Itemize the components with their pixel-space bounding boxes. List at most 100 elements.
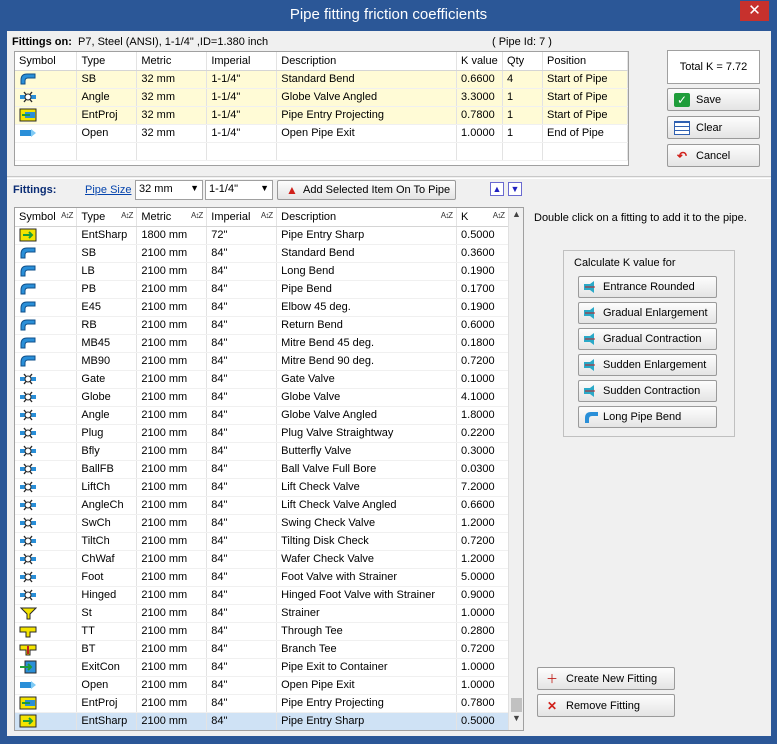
table-row[interactable]: SB 32 mm 1-1/4" Standard Bend 0.6600 4 Start o… — [15, 70, 628, 89]
table-row[interactable]: LB 2100 mm 84" Long Bend 0.1900 — [15, 262, 509, 281]
calc-button-sudden-enlargement[interactable]: Sudden Enlargement — [578, 354, 717, 376]
table-row[interactable]: RB 2100 mm 84" Return Bend 0.6000 — [15, 316, 509, 335]
save-button[interactable]: ✓ Save — [667, 88, 760, 111]
move-up-button[interactable]: ▲ — [490, 182, 504, 196]
column-header-k[interactable]: K A↕Z — [456, 208, 509, 227]
close-button[interactable]: ✕ — [740, 1, 769, 21]
butterfly-valve-icon — [20, 445, 36, 457]
table-row[interactable]: Open 32 mm 1-1/4" Open Pipe Exit 1.0000 1 End … — [15, 124, 628, 143]
cell-qty: 1 — [502, 124, 543, 143]
table-row[interactable]: St 2100 mm 84" Strainer 1.0000 — [15, 604, 509, 623]
empty-cell — [502, 142, 543, 161]
cell-description: Pipe Bend — [276, 280, 458, 299]
sort-icon[interactable]: A↕Z — [121, 211, 133, 220]
table-row[interactable]: PB 2100 mm 84" Pipe Bend 0.1700 — [15, 280, 509, 299]
calc-button-gradual-enlargement[interactable]: Gradual Enlargement — [578, 302, 717, 324]
move-down-button[interactable]: ▼ — [508, 182, 522, 196]
grid-icon — [674, 120, 690, 135]
metric-size-select[interactable]: 32 mm ▼ — [135, 180, 203, 200]
cancel-button[interactable]: ↶ Cancel — [667, 144, 760, 167]
table-row[interactable]: EntProj 2100 mm 84" Pipe Entry Projecting 0.… — [15, 694, 509, 713]
add-selected-button[interactable]: ▲ Add Selected Item On To Pipe — [277, 180, 456, 200]
create-fitting-button[interactable]: ＋ Create New Fitting — [537, 667, 675, 690]
sort-icon[interactable]: A↕Z — [61, 211, 73, 220]
pipe-size-link[interactable]: Pipe Size — [85, 184, 131, 196]
table-row[interactable]: Foot 2100 mm 84" Foot Valve with Strainer 5.… — [15, 568, 509, 587]
table-row[interactable]: LiftCh 2100 mm 84" Lift Check Valve 7.2000 — [15, 478, 509, 497]
table-row[interactable]: Angle 32 mm 1-1/4" Globe Valve Angled 3.3000… — [15, 88, 628, 107]
table-row[interactable]: MB45 2100 mm 84" Mitre Bend 45 deg. 0.1800 — [15, 334, 509, 353]
cancel-label: Cancel — [696, 149, 731, 162]
table-row[interactable]: SB 2100 mm 84" Standard Bend 0.3600 — [15, 244, 509, 263]
calc-button-entrance-rounded[interactable]: Entrance Rounded — [578, 276, 717, 298]
return-bend-icon — [20, 319, 36, 331]
table-row[interactable]: ExitCon 2100 mm 84" Pipe Exit to Container 1… — [15, 658, 509, 677]
imperial-size-select[interactable]: 1-1/4" ▼ — [205, 180, 273, 200]
cell-description: Strainer — [276, 604, 458, 623]
table-row[interactable]: E45 2100 mm 84" Elbow 45 deg. 0.1900 — [15, 298, 509, 317]
cell-imperial: 84" — [206, 496, 278, 515]
column-header-description[interactable]: Description A↕Z — [276, 208, 458, 227]
cell-type: LB — [76, 262, 138, 281]
column-header-symbol[interactable]: Symbol A↕Z — [15, 208, 78, 227]
clear-button[interactable]: Clear — [667, 116, 760, 139]
cell-k: 4.1000 — [456, 388, 509, 407]
cell-type: TT — [76, 622, 138, 641]
foot-valve-icon — [20, 571, 36, 583]
symbol-cell — [15, 316, 78, 335]
cell-imperial: 84" — [206, 550, 278, 569]
cell-description: Globe Valve — [276, 388, 458, 407]
cell-description: Elbow 45 deg. — [276, 298, 458, 317]
sort-icon[interactable]: A↕Z — [493, 211, 505, 220]
table-row[interactable]: Globe 2100 mm 84" Globe Valve 4.1000 — [15, 388, 509, 407]
pipe-entry-sharp-icon — [19, 714, 37, 728]
sort-icon[interactable]: A↕Z — [261, 211, 273, 220]
cell-type: ChWaf — [76, 550, 138, 569]
calc-button-sudden-contraction[interactable]: Sudden Contraction — [578, 380, 717, 402]
cell-metric: 2100 mm — [136, 478, 208, 497]
table-row[interactable]: EntProj 32 mm 1-1/4" Pipe Entry Projecting 0… — [15, 106, 628, 125]
remove-fitting-button[interactable]: ✕ Remove Fitting — [537, 694, 675, 717]
sort-icon[interactable]: A↕Z — [441, 211, 453, 220]
table-row[interactable]: Angle 2100 mm 84" Globe Valve Angled 1.8000 — [15, 406, 509, 425]
table-row[interactable]: Plug 2100 mm 84" Plug Valve Straightway 0.22… — [15, 424, 509, 443]
column-header-metric[interactable]: Metric A↕Z — [136, 208, 208, 227]
checkmark-icon: ✓ — [674, 92, 690, 107]
cell-metric: 32 mm — [136, 106, 208, 125]
fittings-catalog-table[interactable]: Symbol A↕Z Type A↕Z Metric A↕Z Imperial A↕Z Desc… — [14, 207, 524, 731]
table-row[interactable]: Bfly 2100 mm 84" Butterfly Valve 0.3000 — [15, 442, 509, 461]
table-row[interactable]: SwCh 2100 mm 84" Swing Check Valve 1.2000 — [15, 514, 509, 533]
table-row[interactable]: Gate 2100 mm 84" Gate Valve 0.1000 — [15, 370, 509, 389]
column-header-imperial[interactable]: Imperial A↕Z — [206, 208, 278, 227]
scroll-thumb[interactable] — [511, 698, 522, 712]
table-row[interactable]: BallFB 2100 mm 84" Ball Valve Full Bore 0.03… — [15, 460, 509, 479]
table-row[interactable]: MB90 2100 mm 84" Mitre Bend 90 deg. 0.7200 — [15, 352, 509, 371]
table-row[interactable]: EntSharp 1800 mm 72" Pipe Entry Sharp 0.5000 — [15, 226, 509, 245]
scroll-up-icon[interactable]: ▲ — [509, 209, 523, 225]
red-x-icon: ✕ — [546, 698, 558, 713]
metric-size-value: 32 mm — [139, 183, 173, 195]
table-row[interactable]: Open 2100 mm 84" Open Pipe Exit 1.0000 — [15, 676, 509, 695]
calc-button-gradual-contraction[interactable]: Gradual Contraction — [578, 328, 717, 350]
table-row[interactable]: EntSharp 2100 mm 84" Pipe Entry Sharp 0.5000 — [15, 711, 509, 730]
sort-icon[interactable]: A↕Z — [191, 211, 203, 220]
cell-k: 0.0300 — [456, 460, 509, 479]
table-row[interactable]: AngleCh 2100 mm 84" Lift Check Valve Angled… — [15, 496, 509, 515]
cell-metric: 2100 mm — [136, 658, 208, 677]
title-bar[interactable]: Pipe fitting friction coefficients ✕ — [0, 0, 777, 30]
scroll-down-icon[interactable]: ▼ — [509, 713, 523, 729]
table-row[interactable]: TT 2100 mm 84" Through Tee 0.2800 — [15, 622, 509, 641]
calc-button-long-pipe-bend[interactable]: Long Pipe Bend — [578, 406, 717, 428]
column-header-type[interactable]: Type A↕Z — [76, 208, 138, 227]
cell-description: Through Tee — [276, 622, 458, 641]
table-row[interactable]: TiltCh 2100 mm 84" Tilting Disk Check 0.7200 — [15, 532, 509, 551]
table-row[interactable]: ChWaf 2100 mm 84" Wafer Check Valve 1.2000 — [15, 550, 509, 569]
pipe-fittings-table[interactable]: Symbol Type Metric Imperial Description K val… — [14, 51, 629, 166]
cell-description: Plug Valve Straightway — [276, 424, 458, 443]
cell-imperial: 1-1/4" — [206, 88, 278, 107]
vertical-scrollbar[interactable]: ▲ ▼ — [508, 208, 523, 730]
table-row[interactable]: BT 2100 mm 84" Branch Tee 0.7200 — [15, 640, 509, 659]
table-row[interactable]: Hinged 2100 mm 84" Hinged Foot Valve with S… — [15, 586, 509, 605]
fittings-catalog-body: Symbol A↕Z Type A↕Z Metric A↕Z Imperial A↕Z Desc… — [15, 208, 509, 730]
cell-position: End of Pipe — [542, 124, 628, 143]
